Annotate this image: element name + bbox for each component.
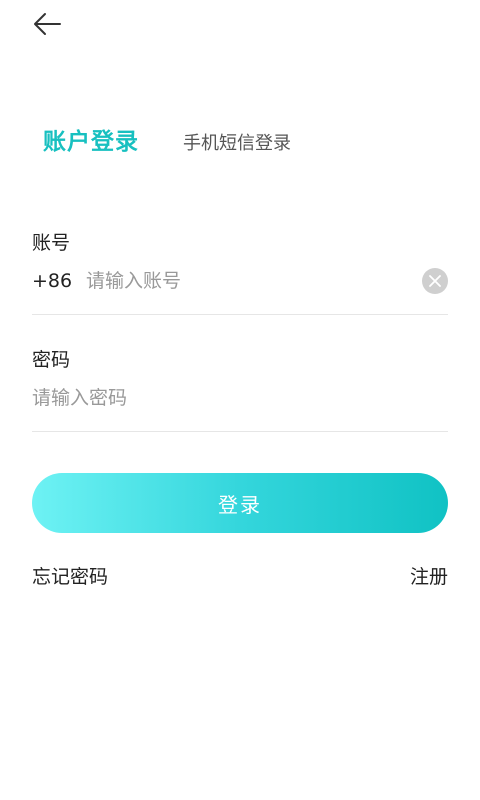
account-label: 账号 [32,232,71,254]
account-divider [32,314,448,315]
password-row [32,378,448,418]
password-divider [32,431,448,432]
password-label: 密码 [32,349,71,371]
password-input[interactable] [32,380,448,416]
forgot-password-link[interactable]: 忘记密码 [32,562,108,589]
clear-button[interactable] [422,268,448,294]
back-button[interactable] [22,6,72,46]
login-tabs: 账户登录 手机短信登录 [43,122,291,156]
register-link[interactable]: 注册 [410,562,448,589]
tab-account-login[interactable]: 账户登录 [43,122,139,156]
clear-icon [429,272,441,291]
tab-sms-login[interactable]: 手机短信登录 [183,129,291,155]
account-row: +86 [32,261,448,301]
arrow-left-icon [32,12,62,40]
login-button[interactable]: 登录 [32,473,448,533]
country-code[interactable]: +86 [32,270,86,292]
account-input[interactable] [86,263,422,299]
